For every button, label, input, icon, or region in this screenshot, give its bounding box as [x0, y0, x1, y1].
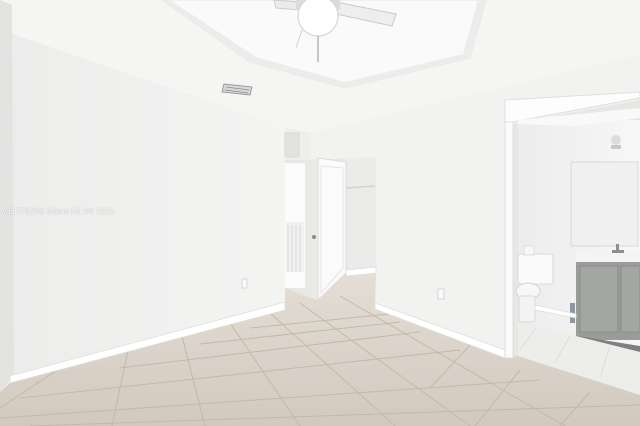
- outlet-icon: [241, 278, 248, 289]
- bathroom-opening: [504, 91, 640, 395]
- light-switch-icon: [437, 288, 445, 300]
- bathroom-mirror: [570, 161, 639, 247]
- door-knob-icon: [312, 235, 316, 239]
- bathroom-door-jamb: [504, 121, 514, 359]
- wall-niche: [284, 132, 300, 158]
- mls-watermark: A1177626© Miami MLS® 2025: [2, 207, 115, 216]
- closet-interior: [345, 157, 376, 278]
- vanity-icon: [576, 253, 640, 352]
- hallway-opening: [285, 163, 305, 288]
- vanity-light-icon: [611, 135, 621, 149]
